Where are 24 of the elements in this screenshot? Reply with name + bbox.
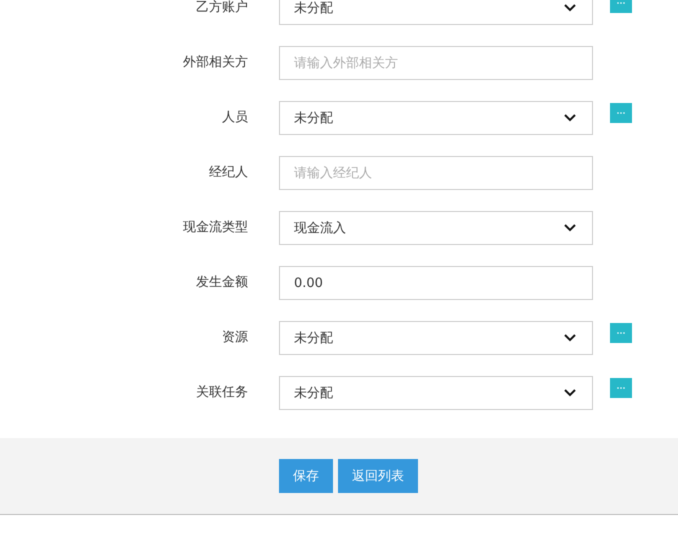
field-label: 外部相关方	[182, 54, 248, 72]
field-label: 现金流类型	[182, 219, 248, 237]
input-field[interactable]: 请输入经纪人	[279, 156, 593, 190]
chevron-down-icon	[564, 224, 576, 232]
chevron-down-icon	[564, 334, 576, 342]
input-field[interactable]: 0.00	[279, 266, 593, 300]
field-label: 资源	[221, 329, 248, 347]
select-field[interactable]: 未分配	[279, 321, 593, 355]
field-label: 发生金额	[195, 274, 248, 292]
input-field[interactable]: 请输入外部相关方	[279, 46, 593, 80]
field-label: 关联任务	[195, 384, 248, 402]
field-label: 乙方账户	[195, 0, 248, 17]
picker-button[interactable]	[610, 103, 632, 123]
chevron-down-icon	[564, 389, 576, 397]
select-field[interactable]: 未分配	[279, 101, 593, 135]
chevron-down-icon	[564, 114, 576, 122]
select-field[interactable]: 未分配	[279, 376, 593, 410]
picker-button[interactable]	[610, 323, 632, 343]
chevron-down-icon	[564, 4, 576, 12]
picker-button[interactable]	[610, 378, 632, 398]
select-field[interactable]: 未分配	[279, 0, 593, 25]
field-label: 经纪人	[208, 164, 248, 182]
select-field[interactable]: 现金流入	[279, 211, 593, 245]
field-label: 人员	[221, 109, 248, 127]
